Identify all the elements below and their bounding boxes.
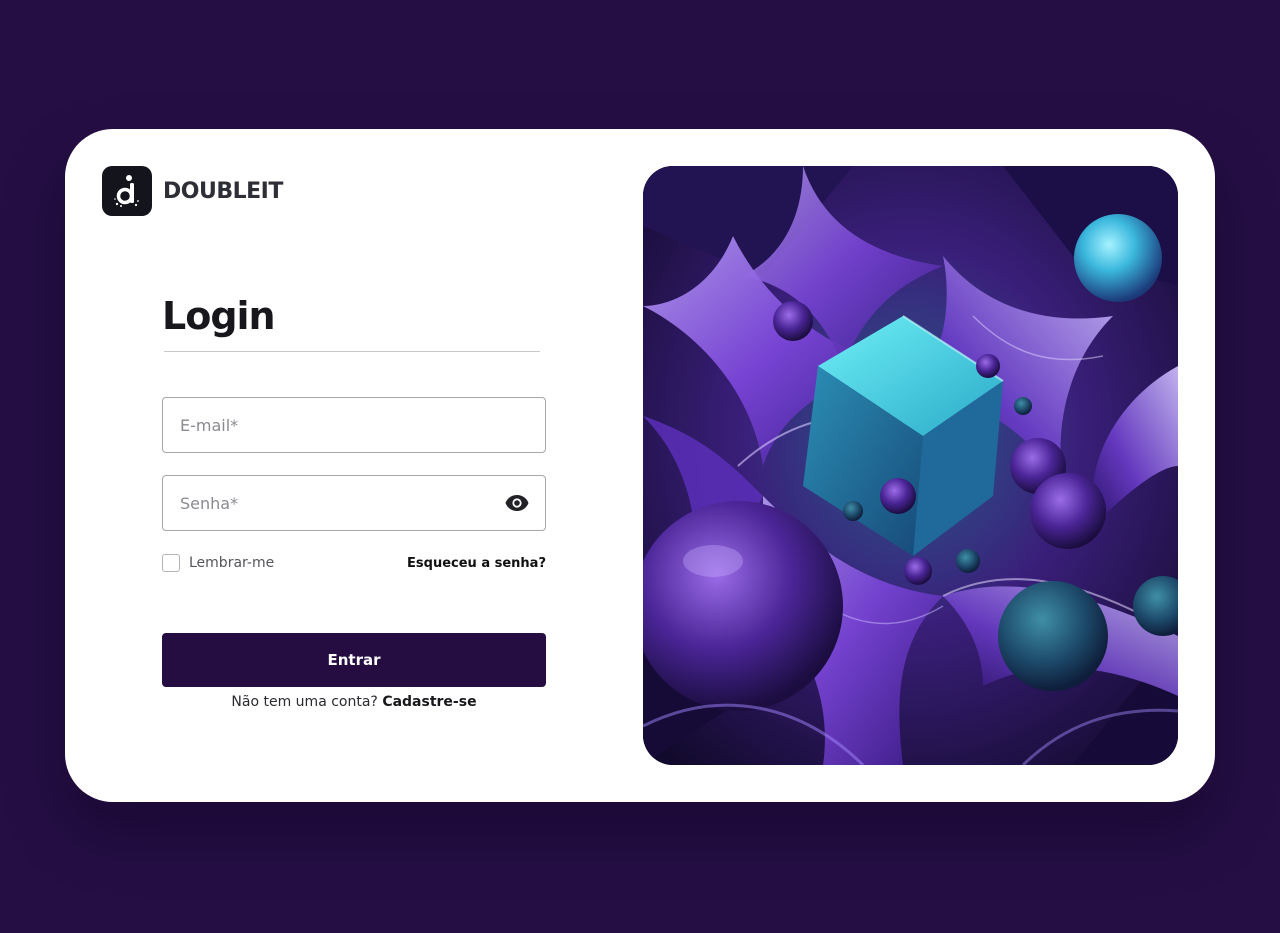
forgot-password-link[interactable]: Esqueceu a senha? [407,556,546,571]
login-form: Login Lembrar-me Esqueceu a senha? Entra… [162,294,546,710]
password-input[interactable] [178,492,504,514]
hero-artwork [643,166,1178,765]
title-divider [164,351,540,352]
remember-checkbox[interactable] [162,554,180,572]
password-field[interactable] [162,475,546,531]
form-options: Lembrar-me Esqueceu a senha? [162,552,546,574]
doubleit-logo-icon [102,166,152,216]
login-card: DOUBLEIT Login Lembrar-me Esqueceu a sen [65,129,1215,802]
page-title: Login [162,294,276,338]
signup-link[interactable]: Cadastre-se [382,694,476,710]
eye-icon[interactable] [504,490,530,516]
remember-label: Lembrar-me [189,555,275,571]
signup-prompt: Não tem uma conta? Cadastre-se [162,694,546,710]
email-input[interactable] [178,414,530,436]
login-button[interactable]: Entrar [162,633,546,687]
remember-me[interactable]: Lembrar-me [162,554,274,572]
email-field[interactable] [162,397,546,453]
brand-logo[interactable]: DOUBLEIT [102,166,283,216]
brand-name: DOUBLEIT [163,178,283,204]
signup-prompt-text: Não tem uma conta? [231,694,378,710]
